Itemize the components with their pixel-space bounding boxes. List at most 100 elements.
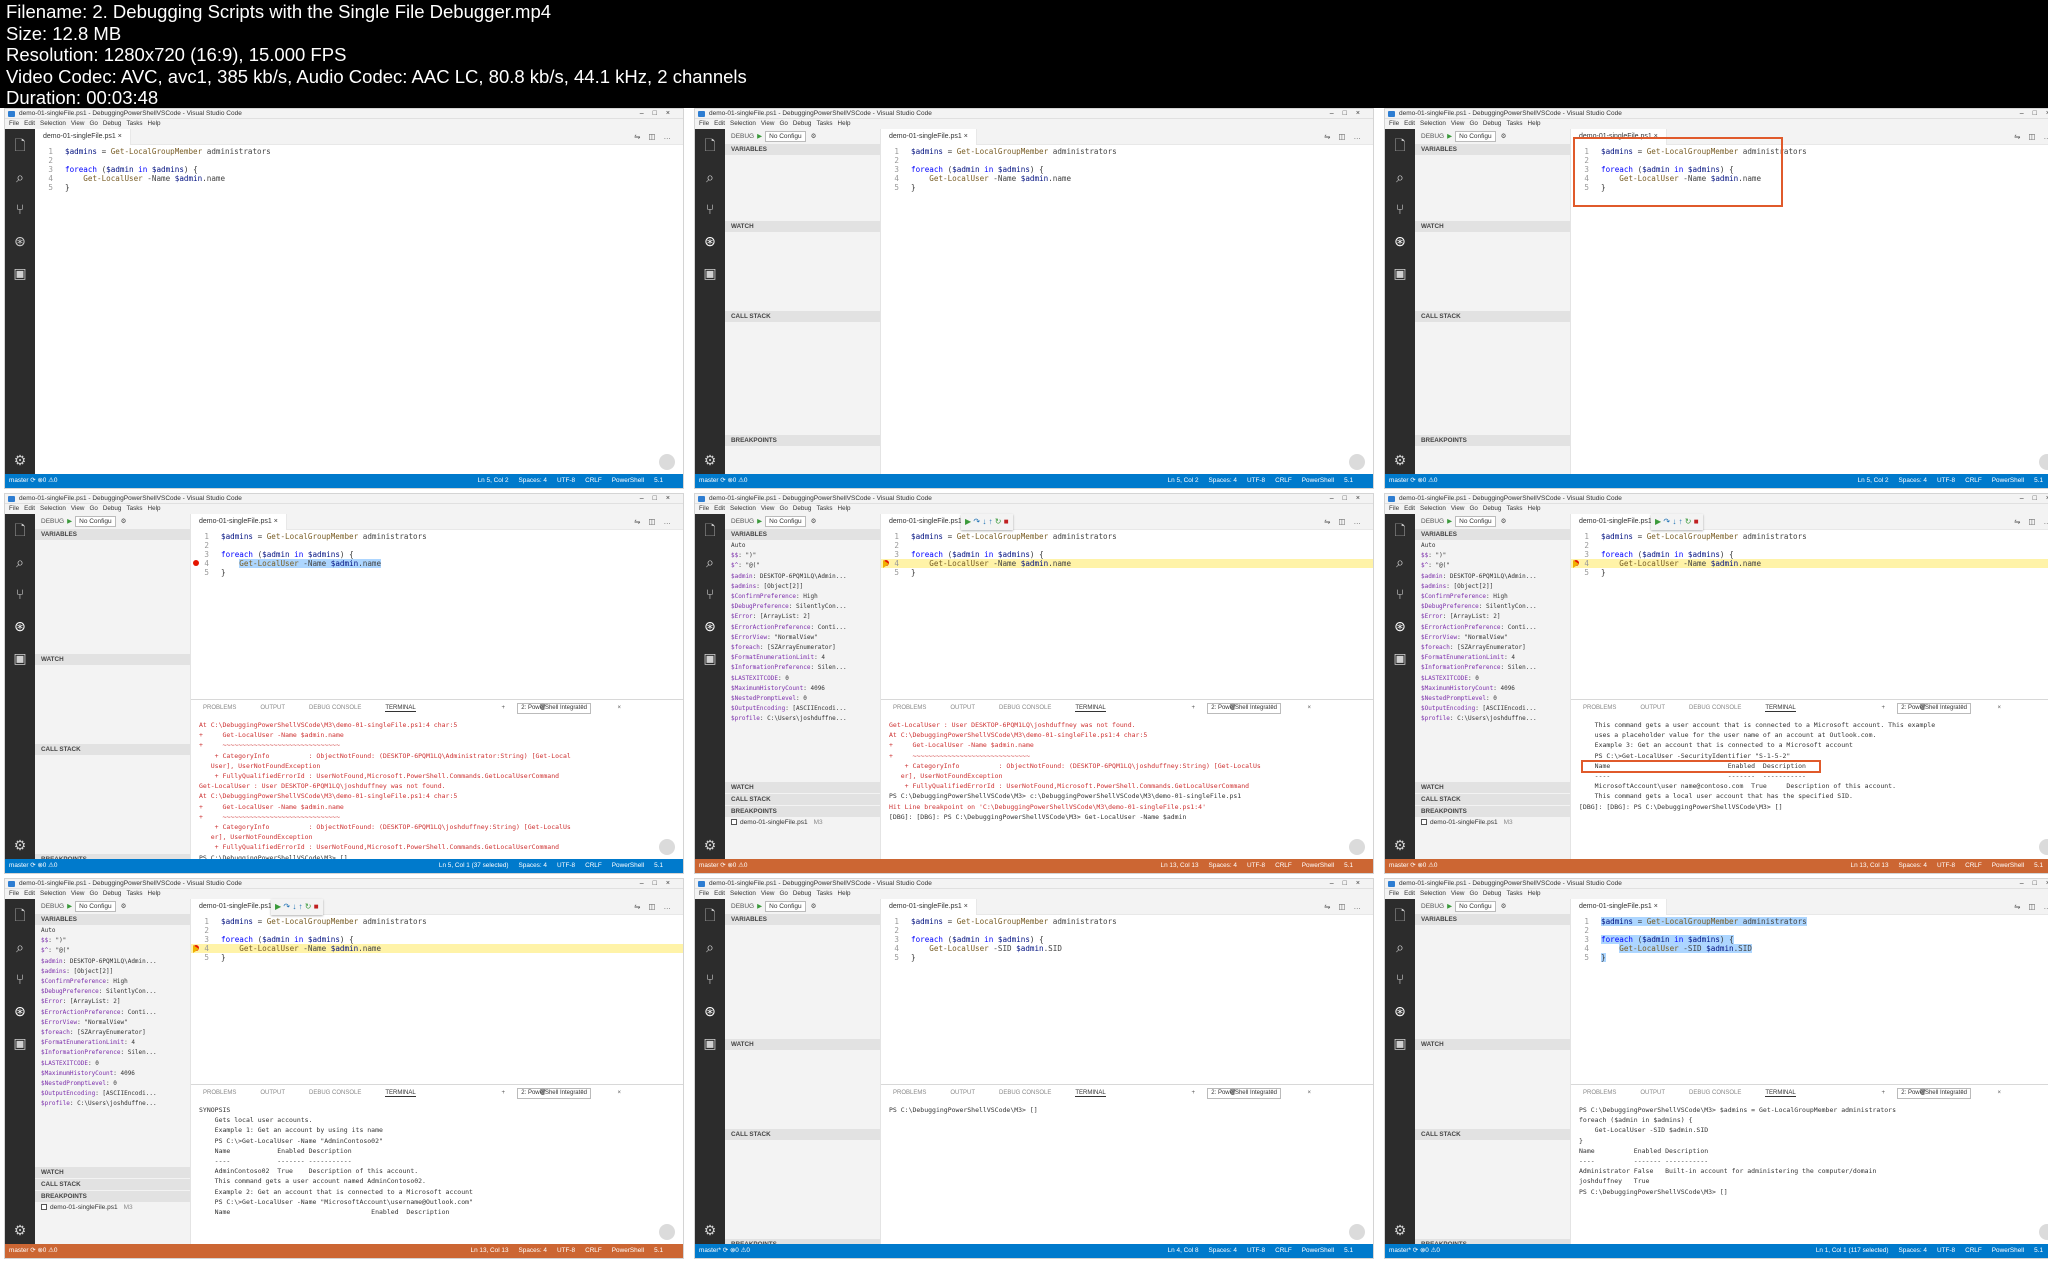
- menu-item-view[interactable]: View: [1451, 505, 1465, 512]
- maximize-panel-icon[interactable]: ^: [1271, 705, 1284, 711]
- feedback-smiley-icon[interactable]: [2039, 839, 2048, 855]
- search-icon[interactable]: ⌕: [1392, 939, 1408, 955]
- menu-item-selection[interactable]: Selection: [730, 120, 756, 127]
- feedback-smiley-icon[interactable]: [2039, 454, 2048, 470]
- feedback-smiley-icon[interactable]: [1349, 1224, 1365, 1240]
- close-panel-icon[interactable]: ×: [617, 705, 631, 711]
- menu-item-debug[interactable]: Debug: [1483, 120, 1502, 127]
- menu-item-edit[interactable]: Edit: [714, 120, 725, 127]
- watch-section-header[interactable]: WATCH: [725, 1039, 880, 1050]
- code-line-5[interactable]: 5}: [881, 183, 1373, 192]
- debug-icon[interactable]: ⊛: [702, 1003, 718, 1019]
- sync-icon[interactable]: ⟳: [1411, 1247, 1420, 1254]
- breakpoint-checkbox[interactable]: [41, 1204, 47, 1211]
- menu-item-view[interactable]: View: [761, 505, 775, 512]
- code-line-5[interactable]: 5}: [1571, 568, 2048, 577]
- code-line-1[interactable]: 1 $admins = Get-LocalGroupMember administ…: [881, 532, 1373, 541]
- variables-section-header[interactable]: VARIABLES: [725, 144, 880, 155]
- debug-icon[interactable]: ⊛: [702, 618, 718, 634]
- source-control-icon[interactable]: ⑂: [12, 586, 28, 602]
- variable-row[interactable]: $profile: C:\Users\joshduffne...: [731, 714, 880, 724]
- maximize-icon[interactable]: □: [653, 880, 666, 887]
- menu-item-debug[interactable]: Debug: [103, 505, 122, 512]
- variable-row[interactable]: $DebugPreference: SilentlyCon...: [1421, 602, 1570, 612]
- variable-row[interactable]: $admin: DESKTOP-6PQM1LQ\Admin...: [41, 957, 190, 967]
- new-terminal-icon[interactable]: +: [1192, 705, 1206, 711]
- menu-item-view[interactable]: View: [761, 890, 775, 897]
- variables-section-header[interactable]: VARIABLES: [35, 914, 190, 925]
- variable-row[interactable]: $$: ")": [731, 551, 880, 561]
- warnings-icon[interactable]: ⚠: [46, 1247, 54, 1254]
- status-item[interactable]: PowerShell: [612, 477, 644, 484]
- debug-settings-gear-icon[interactable]: ⚙: [121, 903, 127, 910]
- new-terminal-icon[interactable]: +: [502, 1090, 516, 1096]
- variable-row[interactable]: $ErrorActionPreference: Conti...: [1421, 623, 1570, 633]
- variable-row[interactable]: $profile: C:\Users\joshduffne...: [1421, 714, 1570, 724]
- maximize-panel-icon[interactable]: ^: [1961, 705, 1974, 711]
- menu-item-go[interactable]: Go: [89, 120, 97, 127]
- menu-item-selection[interactable]: Selection: [1420, 120, 1446, 127]
- branch-indicator[interactable]: master*: [699, 1247, 721, 1254]
- close-icon[interactable]: ×: [1356, 110, 1369, 117]
- menu-item-selection[interactable]: Selection: [1420, 505, 1446, 512]
- source-control-icon[interactable]: ⑂: [702, 971, 718, 987]
- explorer-icon[interactable]: 🗋: [702, 137, 718, 153]
- panel-tab-terminal[interactable]: TERMINAL: [385, 1090, 416, 1097]
- extensions-icon[interactable]: ▣: [1392, 1035, 1408, 1051]
- cursor-position[interactable]: Ln 13, Col 13: [1851, 862, 1889, 869]
- variable-row[interactable]: $$: ")": [1421, 551, 1570, 561]
- status-item[interactable]: CRLF: [585, 1247, 602, 1254]
- open-changes-icon[interactable]: ⇋: [1324, 517, 1338, 526]
- variable-row[interactable]: $InformationPreference: Silen...: [1421, 663, 1570, 673]
- variable-row[interactable]: $admin: DESKTOP-6PQM1LQ\Admin...: [731, 572, 880, 582]
- menu-item-view[interactable]: View: [71, 505, 85, 512]
- menu-item-go[interactable]: Go: [1469, 505, 1477, 512]
- variable-row[interactable]: $ErrorView: "NormalView": [41, 1018, 190, 1028]
- more-actions-icon[interactable]: …: [2044, 132, 2048, 141]
- maximize-icon[interactable]: □: [1343, 110, 1356, 117]
- variables-section-header[interactable]: VARIABLES: [725, 914, 880, 925]
- status-item[interactable]: PowerShell: [1992, 1247, 2024, 1254]
- code-line-1[interactable]: 1 $admins = Get-LocalGroupMember administ…: [881, 147, 1373, 156]
- variable-row[interactable]: $FormatEnumerationLimit: 4: [1421, 653, 1570, 663]
- explorer-icon[interactable]: 🗋: [702, 907, 718, 923]
- search-icon[interactable]: ⌕: [12, 554, 28, 570]
- warnings-count[interactable]: 0: [1434, 477, 1438, 484]
- status-item[interactable]: Spaces: 4: [1899, 1247, 1927, 1254]
- breakpoints-section-header[interactable]: BREAKPOINTS: [35, 1191, 190, 1202]
- restart-icon[interactable]: ↻: [305, 902, 314, 911]
- menu-item-debug[interactable]: Debug: [103, 890, 122, 897]
- variable-row[interactable]: $^: "@(": [41, 946, 190, 956]
- panel-tab-output[interactable]: OUTPUT: [260, 1090, 285, 1096]
- menu-item-edit[interactable]: Edit: [1404, 890, 1415, 897]
- code-line-4[interactable]: 4 Get-LocalUser -Name $admin.name: [35, 174, 683, 183]
- menu-item-view[interactable]: View: [761, 120, 775, 127]
- manage-gear-icon[interactable]: ⚙: [702, 1222, 718, 1238]
- debug-settings-gear-icon[interactable]: ⚙: [1501, 518, 1507, 525]
- editor-tab[interactable]: demo-01-singleFile.ps1 ×: [881, 899, 977, 915]
- split-editor-icon[interactable]: ◫: [2028, 902, 2043, 911]
- status-item[interactable]: UTF-8: [1937, 1247, 1955, 1254]
- menu-item-go[interactable]: Go: [1469, 120, 1477, 127]
- search-icon[interactable]: ⌕: [702, 939, 718, 955]
- close-panel-icon[interactable]: ×: [1307, 705, 1321, 711]
- maximize-icon[interactable]: □: [2033, 110, 2046, 117]
- open-changes-icon[interactable]: ⇋: [1324, 902, 1338, 911]
- variable-row[interactable]: $NestedPromptLevel: 0: [41, 1079, 190, 1089]
- variable-row[interactable]: $ErrorActionPreference: Conti...: [731, 623, 880, 633]
- step-over-icon[interactable]: ↷: [283, 902, 292, 911]
- variables-section-header[interactable]: VARIABLES: [1415, 144, 1570, 155]
- variable-row[interactable]: $MaximumHistoryCount: 4096: [731, 684, 880, 694]
- status-item[interactable]: 5.1: [2034, 1247, 2043, 1254]
- new-terminal-icon[interactable]: +: [1192, 1090, 1206, 1096]
- menu-item-file[interactable]: File: [1389, 120, 1399, 127]
- code-line-3[interactable]: 3 foreach ($admin in $admins) {: [191, 935, 683, 944]
- split-editor-icon[interactable]: ◫: [648, 902, 663, 911]
- cursor-position[interactable]: Ln 5, Col 2: [1858, 477, 1889, 484]
- menu-item-tasks[interactable]: Tasks: [816, 890, 832, 897]
- code-line-4[interactable]: 4 Get-LocalUser -Name $admin.name: [1571, 559, 2048, 568]
- watch-section-header[interactable]: WATCH: [1415, 782, 1570, 793]
- status-item[interactable]: UTF-8: [1937, 862, 1955, 869]
- breakpoint-item[interactable]: demo-01-singleFile.ps1 M3: [1421, 818, 1513, 828]
- code-line-3[interactable]: 3 foreach ($admin in $admins) {: [881, 165, 1373, 174]
